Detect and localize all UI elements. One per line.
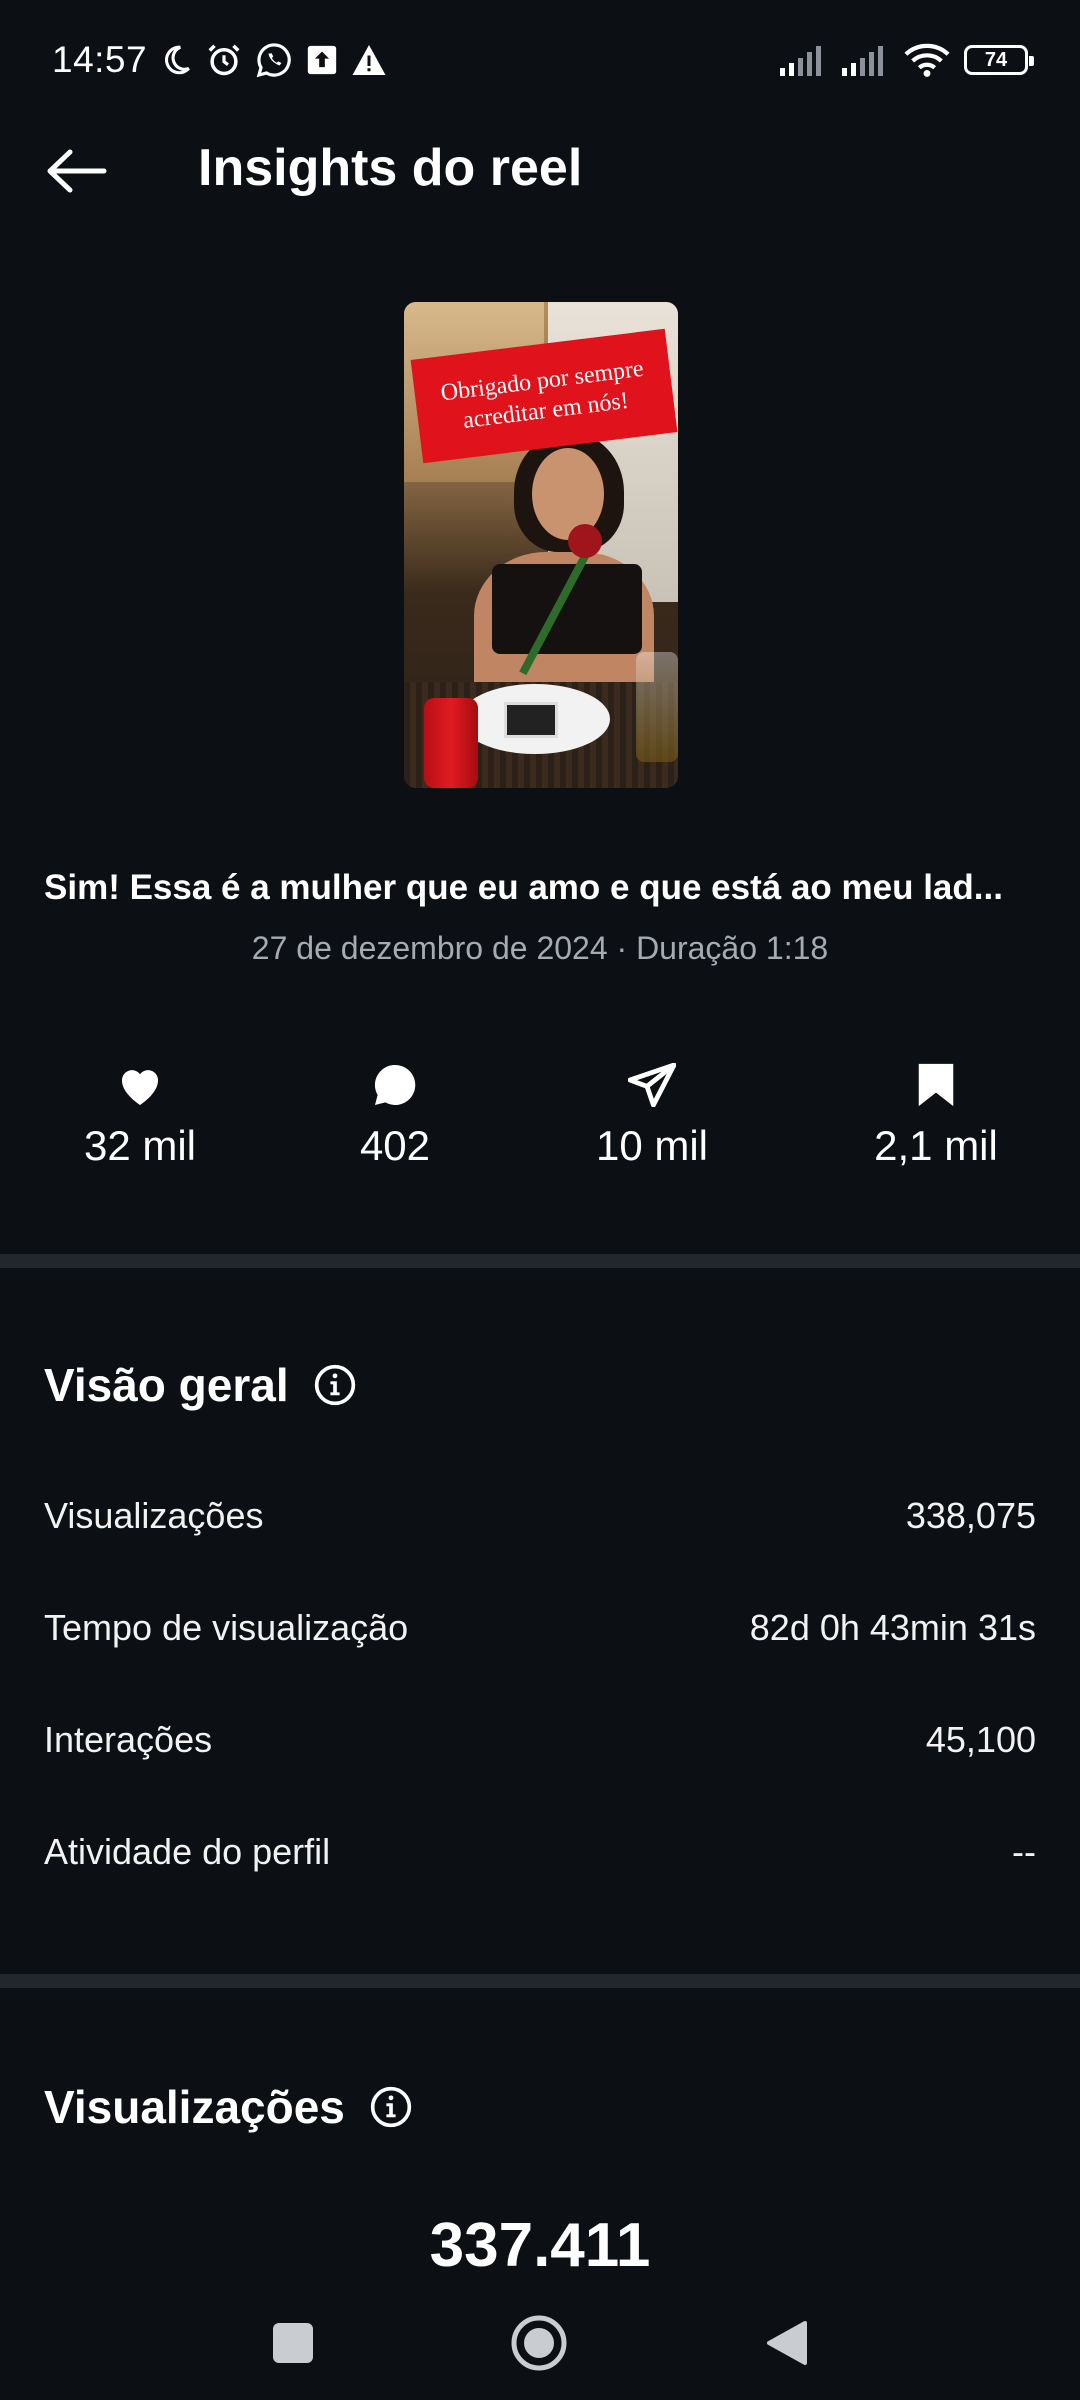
system-nav-bar [0, 2288, 1080, 2400]
stat-comments: 402 [285, 1060, 505, 1170]
back-button[interactable] [44, 146, 108, 196]
row-value: 338,075 [905, 1495, 1036, 1536]
row-label: Visualizações [44, 1495, 264, 1536]
divider [0, 1254, 1080, 1268]
alarm-icon [205, 41, 243, 79]
overview-title: Visão geral [44, 1359, 289, 1411]
page-title: Insights do reel [198, 139, 583, 197]
circle-icon [511, 2315, 567, 2371]
reel-thumbnail[interactable]: Obrigado por sempre acreditar em nós! [404, 302, 678, 788]
row-value: -- [1012, 1831, 1036, 1872]
comment-icon [371, 1060, 419, 1110]
row-value: 82d 0h 43min 31s [749, 1607, 1036, 1648]
row-value: 45,100 [925, 1719, 1036, 1760]
stats-row: 32 mil 402 10 mil 2,1 mil [0, 1060, 1080, 1190]
overview-row-views[interactable]: Visualizações 338,075 [44, 1486, 1036, 1546]
status-time: 14:57 [52, 39, 148, 80]
arrow-left-icon [47, 149, 107, 193]
back-nav-button[interactable] [752, 2308, 822, 2378]
post-meta: 27 de dezembro de 2024 · Duração 1:18 [251, 930, 829, 966]
row-label: Atividade do perfil [44, 1831, 331, 1872]
views-section-title: Visualizações [44, 2080, 413, 2134]
row-label: Tempo de visualização [44, 1607, 409, 1648]
moon-icon [159, 43, 193, 77]
thumb-can [424, 698, 478, 788]
overview-row-interactions[interactable]: Interações 45,100 [44, 1710, 1036, 1770]
signal-icon-2 [842, 44, 890, 76]
signal-icon [780, 44, 828, 76]
stat-saves: 2,1 mil [826, 1060, 1046, 1170]
info-icon[interactable] [369, 2085, 413, 2129]
heart-icon [116, 1060, 164, 1110]
post-caption: Sim! Essa é a mulher que eu amo e que es… [44, 868, 1003, 907]
square-icon [273, 2323, 313, 2363]
stat-value: 2,1 mil [874, 1122, 998, 1169]
thumb-top [492, 564, 642, 654]
wifi-icon [904, 42, 950, 78]
header: Insights do reel [0, 120, 1080, 220]
thumb-photo [504, 702, 558, 738]
stat-value: 402 [359, 1122, 431, 1169]
overview-row-watch-time[interactable]: Tempo de visualização 82d 0h 43min 31s [44, 1598, 1036, 1658]
row-label: Interações [44, 1719, 213, 1760]
stat-shares: 10 mil [542, 1060, 762, 1170]
overview-section-title: Visão geral [44, 1358, 357, 1412]
stat-value: 10 mil [595, 1122, 709, 1169]
triangle-back-icon [767, 2321, 807, 2365]
bookmark-icon [916, 1060, 956, 1110]
thumb-glass [636, 652, 678, 762]
info-icon[interactable] [313, 1363, 357, 1407]
views-title: Visualizações [44, 2081, 345, 2133]
battery-level: 74 [984, 48, 1008, 71]
screen: 14:57 74 Insights do reel Obrigado por s… [0, 0, 1080, 2400]
whatsapp-icon [255, 41, 293, 79]
share-icon [628, 1060, 676, 1110]
views-total: 337.411 [429, 2211, 651, 2280]
warning-icon [351, 43, 387, 77]
battery-icon: 74 [964, 45, 1034, 75]
stat-likes: 32 mil [30, 1060, 250, 1170]
recents-button[interactable] [258, 2308, 328, 2378]
stat-value: 32 mil [83, 1122, 197, 1169]
thumb-rose [568, 524, 602, 558]
home-button[interactable] [504, 2308, 574, 2378]
overview-row-profile-activity[interactable]: Atividade do perfil -- [44, 1822, 1036, 1882]
divider-2 [0, 1974, 1080, 1988]
upload-icon [305, 43, 339, 77]
status-bar: 14:57 74 [0, 0, 1080, 120]
status-left: 14:57 [52, 39, 387, 81]
status-right: 74 [780, 42, 1034, 78]
